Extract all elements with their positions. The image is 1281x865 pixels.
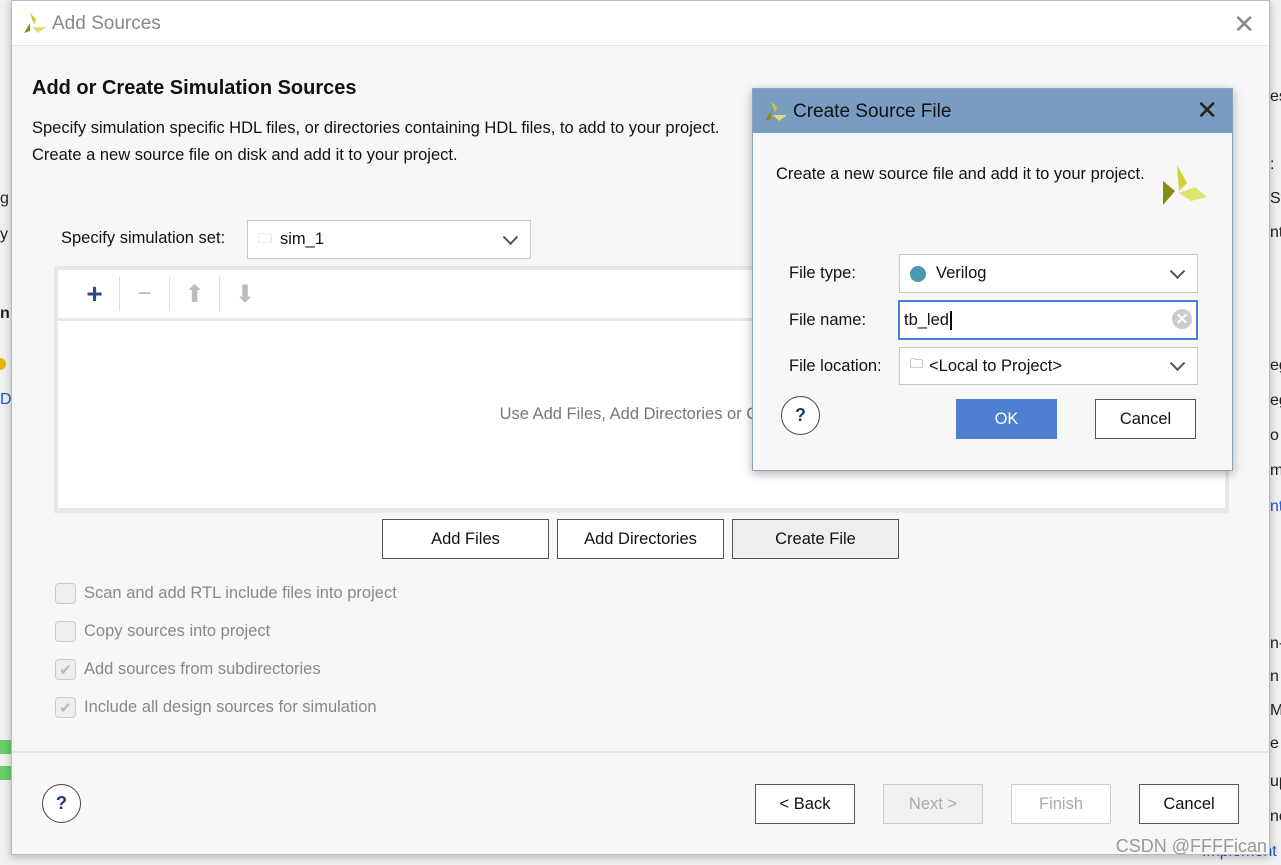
file-name-value: tb_led	[904, 310, 952, 330]
add-files-button[interactable]: Add Files	[382, 519, 549, 559]
cancel-button[interactable]: Cancel	[1095, 399, 1196, 439]
file-location-label: File location:	[789, 357, 882, 375]
move-down-icon[interactable]: ⬇	[220, 277, 270, 311]
next-button[interactable]: Next >	[883, 784, 983, 824]
checkbox-checked[interactable]: ✔	[55, 697, 76, 718]
ok-button[interactable]: OK	[956, 399, 1057, 439]
bg-text: eg	[1270, 357, 1281, 374]
vivado-logo-icon	[765, 101, 787, 121]
sim-set-value: sim_1	[280, 230, 325, 248]
add-directories-button[interactable]: Add Directories	[557, 519, 724, 559]
move-up-icon[interactable]: ⬆	[170, 277, 220, 311]
remove-icon[interactable]: −	[120, 277, 170, 311]
bg-text: St	[1270, 190, 1281, 207]
option-label: Copy sources into project	[84, 622, 271, 640]
sim-set-label: Specify simulation set:	[61, 229, 226, 247]
add-icon[interactable]: +	[70, 277, 120, 311]
bg-progress	[0, 766, 11, 780]
bg-text: g	[0, 190, 9, 207]
file-type-value: Verilog	[936, 264, 987, 282]
bg-text: e	[1270, 735, 1279, 752]
bg-text: nc	[1270, 808, 1281, 825]
file-location-value: <Local to Project>	[929, 356, 1063, 375]
sim-set-select[interactable]: 🗀 sim_1	[247, 220, 531, 259]
folder-icon: 🗀	[258, 229, 272, 246]
option-include-design-sources[interactable]: ✔ Include all design sources for simulati…	[55, 697, 377, 718]
divider	[12, 751, 1269, 753]
back-button[interactable]: < Back	[755, 784, 855, 824]
help-button[interactable]: ?	[781, 396, 820, 435]
bg-text: M	[1270, 702, 1281, 719]
bg-text: nt	[1270, 498, 1281, 515]
page-description: Specify simulation specific HDL files, o…	[32, 119, 720, 164]
local-folder-icon: 🗀	[910, 356, 924, 371]
finish-button[interactable]: Finish	[1011, 784, 1111, 824]
bg-text: m	[1270, 462, 1281, 479]
create-source-file-dialog: Create Source File ✕ Create a new source…	[752, 88, 1233, 471]
bg-text: n-	[1270, 635, 1281, 652]
chevron-down-icon	[1169, 355, 1186, 372]
watermark: CSDN @FFFFican	[1115, 836, 1267, 856]
bg-progress	[0, 740, 11, 754]
file-name-label: File name:	[789, 311, 867, 329]
bg-status-dot	[0, 358, 6, 370]
create-file-button[interactable]: Create File	[732, 519, 899, 559]
file-name-input[interactable]: tb_led ✕	[898, 300, 1198, 340]
option-scan-rtl[interactable]: Scan and add RTL include files into proj…	[55, 583, 397, 604]
bg-text: up	[1270, 773, 1281, 790]
help-button[interactable]: ?	[42, 784, 81, 823]
close-icon[interactable]: ✕	[1233, 9, 1255, 40]
vivado-logo-icon	[1163, 165, 1207, 205]
clear-icon[interactable]: ✕	[1172, 309, 1192, 329]
vivado-logo-icon	[24, 13, 46, 33]
file-location-select[interactable]: 🗀 <Local to Project>	[899, 347, 1198, 385]
close-icon[interactable]: ✕	[1196, 95, 1218, 126]
chevron-down-icon	[502, 228, 519, 245]
option-label: Add sources from subdirectories	[84, 660, 321, 678]
dialog-description: Create a new source file and add it to y…	[776, 165, 1145, 183]
checkbox-checked[interactable]: ✔	[55, 659, 76, 680]
bg-text: eg	[1270, 392, 1281, 409]
bg-text: :	[1270, 156, 1275, 173]
file-type-label: File type:	[789, 264, 856, 282]
option-copy-sources[interactable]: Copy sources into project	[55, 621, 270, 642]
option-label: Scan and add RTL include files into proj…	[84, 584, 397, 602]
page-title: Add or Create Simulation Sources	[32, 77, 357, 99]
option-label: Include all design sources for simulatio…	[84, 698, 377, 716]
bg-link: D	[0, 391, 12, 408]
dialog-title: Create Source File	[793, 101, 952, 122]
title-bar: Add Sources ✕	[12, 1, 1269, 46]
checkbox[interactable]	[55, 583, 76, 604]
title-bar: Create Source File ✕	[753, 89, 1232, 133]
option-add-subdirectories[interactable]: ✔ Add sources from subdirectories	[55, 659, 321, 680]
bg-text: nt	[1270, 224, 1281, 241]
dialog-title: Add Sources	[52, 13, 161, 34]
chevron-down-icon	[1169, 262, 1186, 279]
verilog-dot-icon	[910, 265, 926, 282]
bg-text: n	[0, 305, 10, 322]
bg-text: n	[1270, 668, 1279, 685]
file-type-select[interactable]: Verilog	[899, 254, 1198, 293]
checkbox[interactable]	[55, 621, 76, 642]
cancel-button[interactable]: Cancel	[1139, 784, 1239, 824]
bg-text: o	[1270, 427, 1279, 444]
bg-text: es	[1270, 88, 1281, 105]
bg-text: y	[0, 226, 8, 243]
